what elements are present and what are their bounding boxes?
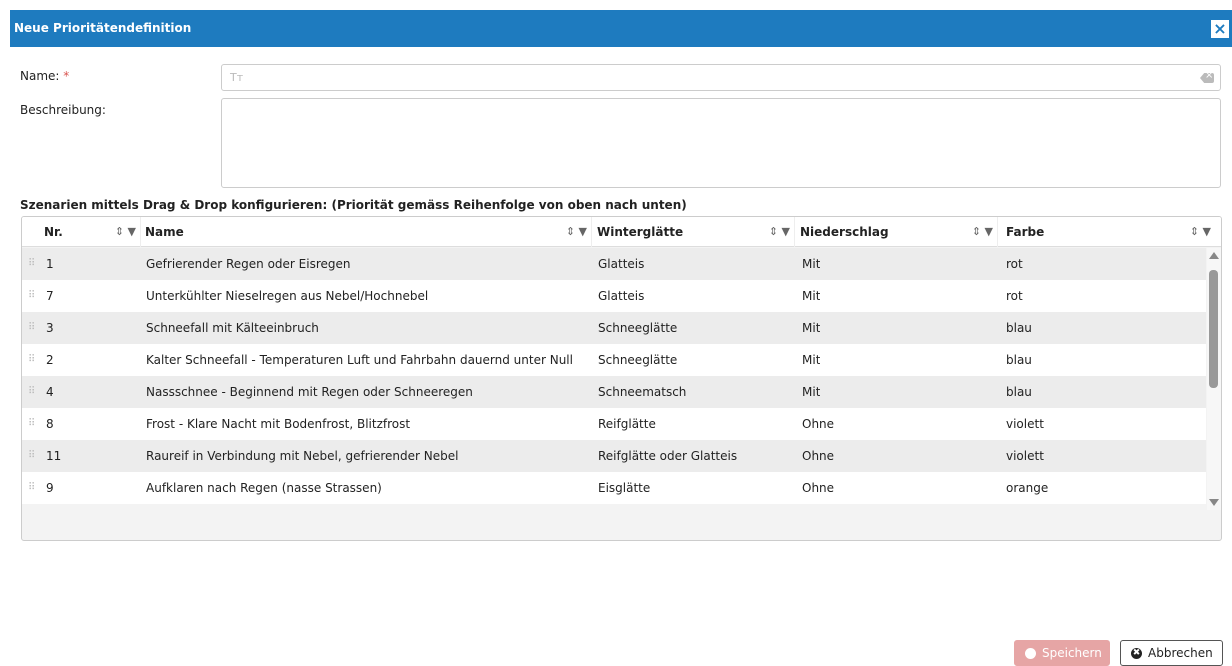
cell-nr: 11: [46, 449, 62, 463]
grid-scrollbar[interactable]: [1207, 248, 1221, 510]
cell-name: Schneefall mit Kälteeinbruch: [146, 321, 319, 335]
column-header-label: Nr.: [44, 225, 63, 239]
close-icon[interactable]: ×: [1210, 19, 1230, 39]
column-header-niederschlag[interactable]: Niederschlag ⇕ ▼: [795, 217, 998, 247]
cell-nr: 8: [46, 417, 54, 431]
cell-name: Nassschnee - Beginnend mit Regen oder Sc…: [146, 385, 473, 399]
drag-handle-icon[interactable]: ⠿: [28, 483, 35, 493]
table-row[interactable]: ⠿ 9 Aufklaren nach Regen (nasse Strassen…: [22, 472, 1206, 504]
text-type-icon: Tт: [230, 71, 244, 84]
column-header-label: Name: [145, 225, 184, 239]
cell-niederschlag: Ohne: [802, 449, 835, 463]
cell-niederschlag: Mit: [802, 353, 821, 367]
cancel-button-label: Abbrechen: [1148, 646, 1213, 660]
cell-name: Kalter Schneefall - Temperaturen Luft un…: [146, 353, 573, 367]
column-header-nr[interactable]: Nr. ⇕ ▼: [22, 217, 141, 247]
save-button-label: Speichern: [1042, 646, 1102, 660]
required-marker: *: [63, 69, 70, 83]
description-textarea[interactable]: [222, 99, 1220, 187]
cell-name: Gefrierender Regen oder Eisregen: [146, 257, 351, 271]
cell-nr: 3: [46, 321, 54, 335]
cell-winterglaette: Glatteis: [598, 289, 645, 303]
drag-handle-icon[interactable]: ⠿: [28, 451, 35, 461]
cell-farbe: blau: [1006, 385, 1032, 399]
table-row[interactable]: ⠿ 2 Kalter Schneefall - Temperaturen Luf…: [22, 344, 1206, 376]
cell-niederschlag: Mit: [802, 289, 821, 303]
cell-niederschlag: Mit: [802, 321, 821, 335]
drag-handle-icon[interactable]: ⠿: [28, 259, 35, 269]
column-header-name[interactable]: Name ⇕ ▼: [141, 217, 592, 247]
drag-handle-icon[interactable]: ⠿: [28, 323, 35, 333]
cell-farbe: rot: [1006, 257, 1023, 271]
cell-name: Raureif in Verbindung mit Nebel, gefrier…: [146, 449, 459, 463]
cancel-button[interactable]: ✖ Abbrechen: [1120, 640, 1223, 666]
column-header-label: Winterglätte: [597, 225, 684, 239]
name-input[interactable]: [246, 68, 1186, 88]
column-header-farbe[interactable]: Farbe ⇕ ▼: [998, 217, 1221, 247]
cell-winterglaette: Eisglätte: [598, 481, 651, 495]
cell-nr: 9: [46, 481, 54, 495]
grid-body: ⠿ 1 Gefrierender Regen oder Eisregen Gla…: [22, 248, 1206, 510]
name-label-text: Name:: [20, 69, 60, 83]
cell-winterglaette: Schneematsch: [598, 385, 687, 399]
table-row[interactable]: ⠿ 3 Schneefall mit Kälteeinbruch Schneeg…: [22, 312, 1206, 344]
cell-farbe: orange: [1006, 481, 1049, 495]
cell-niederschlag: Ohne: [802, 481, 835, 495]
save-icon: [1025, 648, 1036, 659]
scroll-down-icon[interactable]: [1209, 499, 1219, 506]
cell-farbe: rot: [1006, 289, 1023, 303]
cell-farbe: violett: [1006, 449, 1044, 463]
cell-nr: 4: [46, 385, 54, 399]
table-row[interactable]: ⠿ 8 Frost - Klare Nacht mit Bodenfrost, …: [22, 408, 1206, 440]
column-header-winterglaette[interactable]: Winterglätte ⇕ ▼: [592, 217, 795, 247]
cancel-icon: ✖: [1131, 648, 1142, 659]
description-field[interactable]: [221, 98, 1221, 188]
cell-winterglaette: Reifglätte oder Glatteis: [598, 449, 738, 463]
scroll-thumb[interactable]: [1209, 270, 1218, 388]
name-label: Name: *: [20, 69, 69, 83]
scenario-grid: Nr. ⇕ ▼ Name ⇕ ▼ Winterglätte ⇕ ▼ Nieder…: [21, 216, 1222, 541]
grid-header: Nr. ⇕ ▼ Name ⇕ ▼ Winterglätte ⇕ ▼ Nieder…: [22, 217, 1221, 247]
cell-name: Frost - Klare Nacht mit Bodenfrost, Blit…: [146, 417, 411, 431]
cell-nr: 1: [46, 257, 54, 271]
sort-filter-icon[interactable]: ⇕ ▼: [566, 225, 587, 238]
column-header-label: Niederschlag: [800, 225, 889, 239]
cell-winterglaette: Reifglätte: [598, 417, 656, 431]
table-row[interactable]: ⠿ 4 Nassschnee - Beginnend mit Regen ode…: [22, 376, 1206, 408]
sort-filter-icon[interactable]: ⇕ ▼: [769, 225, 790, 238]
cell-niederschlag: Mit: [802, 257, 821, 271]
save-button[interactable]: Speichern: [1014, 640, 1110, 666]
section-title: Szenarien mittels Drag & Drop konfigurie…: [20, 198, 687, 212]
table-row[interactable]: ⠿ 7 Unterkühlter Nieselregen aus Nebel/H…: [22, 280, 1206, 312]
table-row[interactable]: ⠿ 1 Gefrierender Regen oder Eisregen Gla…: [22, 248, 1206, 280]
cell-nr: 7: [46, 289, 54, 303]
cell-niederschlag: Ohne: [802, 417, 835, 431]
priority-definition-dialog: Neue Prioritätendefinition × Name: * Tт …: [10, 10, 1232, 666]
name-field[interactable]: Tт: [221, 64, 1221, 91]
sort-filter-icon[interactable]: ⇕ ▼: [115, 225, 136, 238]
cell-winterglaette: Schneeglätte: [598, 353, 678, 367]
dialog-title: Neue Prioritätendefinition: [14, 21, 192, 35]
clear-input-icon[interactable]: [1200, 73, 1214, 83]
cell-farbe: blau: [1006, 321, 1032, 335]
drag-handle-icon[interactable]: ⠿: [28, 355, 35, 365]
column-header-label: Farbe: [1006, 225, 1045, 239]
cell-name: Unterkühlter Nieselregen aus Nebel/Hochn…: [146, 289, 429, 303]
drag-handle-icon[interactable]: ⠿: [28, 419, 35, 429]
table-row[interactable]: ⠿ 11 Raureif in Verbindung mit Nebel, ge…: [22, 440, 1206, 472]
cell-nr: 2: [46, 353, 54, 367]
cell-winterglaette: Schneeglätte: [598, 321, 678, 335]
drag-handle-icon[interactable]: ⠿: [28, 291, 35, 301]
cell-winterglaette: Glatteis: [598, 257, 645, 271]
sort-filter-icon[interactable]: ⇕ ▼: [1190, 225, 1211, 238]
sort-filter-icon[interactable]: ⇕ ▼: [972, 225, 993, 238]
cell-name: Aufklaren nach Regen (nasse Strassen): [146, 481, 382, 495]
description-label: Beschreibung:: [20, 103, 106, 117]
drag-handle-icon[interactable]: ⠿: [28, 387, 35, 397]
cell-farbe: blau: [1006, 353, 1032, 367]
scroll-up-icon[interactable]: [1209, 252, 1219, 259]
cell-farbe: violett: [1006, 417, 1044, 431]
dialog-titlebar: Neue Prioritätendefinition ×: [10, 10, 1232, 47]
cell-niederschlag: Mit: [802, 385, 821, 399]
